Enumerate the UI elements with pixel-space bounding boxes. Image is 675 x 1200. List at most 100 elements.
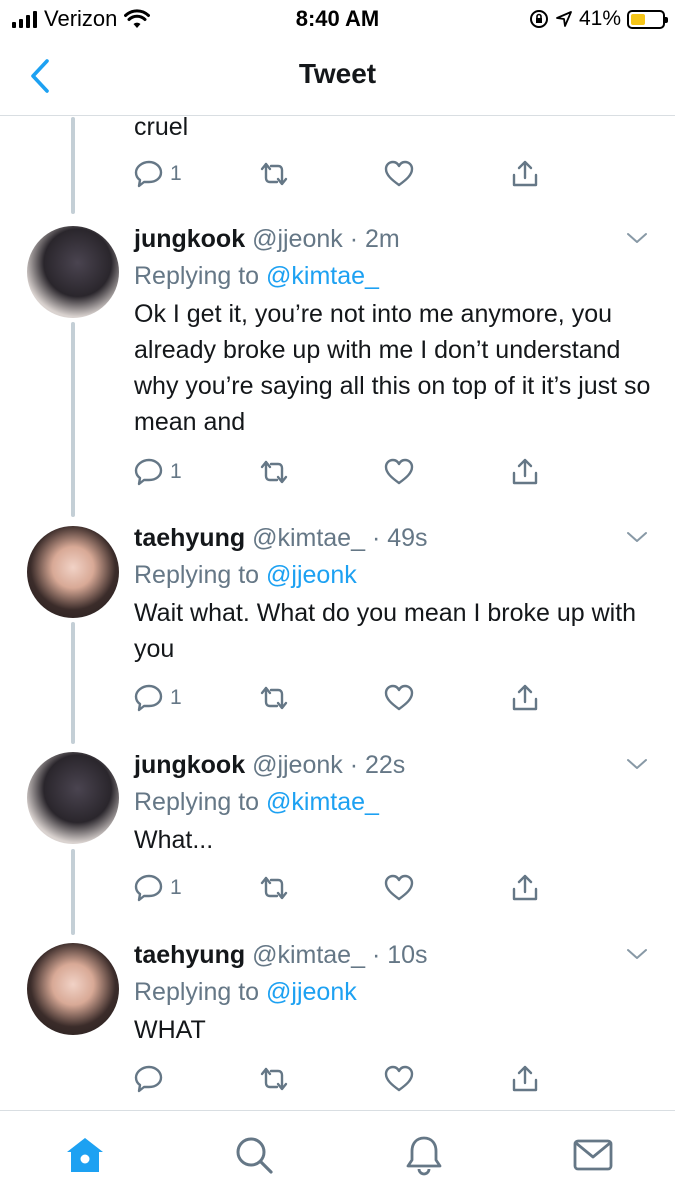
user-handle: @kimtae_: [252, 941, 365, 969]
share-button[interactable]: [510, 682, 540, 714]
tweet-header: jungkook @jjeonk · 2m: [134, 223, 654, 255]
tweet-text: WHAT: [134, 1016, 206, 1044]
tweet-header: jungkook @jjeonk · 22s: [134, 749, 654, 781]
tweet: taehyung @kimtae_ · 10s Replying to @jje…: [134, 939, 654, 1048]
tab-search[interactable]: [232, 1133, 276, 1177]
avatar[interactable]: [27, 226, 119, 318]
tab-bar: [0, 1110, 675, 1200]
share-icon: [512, 1065, 538, 1092]
reply-button[interactable]: 1: [134, 456, 182, 488]
page-title: Tweet: [298, 58, 377, 89]
tab-home[interactable]: [63, 1133, 107, 1177]
messages-icon: [573, 1139, 613, 1171]
tweet-text: Wait what. What do you mean I broke up w…: [134, 599, 637, 663]
home-icon: [67, 1138, 103, 1172]
like-button[interactable]: [384, 682, 414, 714]
tweet-actions: [134, 1063, 554, 1095]
user-handle: @kimtae_: [252, 524, 365, 552]
chevron-down-icon[interactable]: [625, 752, 649, 776]
thread-line: [71, 322, 75, 517]
reply-button[interactable]: 1: [134, 872, 182, 904]
retweet-icon: [260, 162, 288, 186]
retweet-button[interactable]: [258, 1063, 290, 1095]
tweet-actions: 1: [134, 682, 554, 714]
tweet: jungkook @jjeonk · 2m Replying to @kimta…: [134, 223, 654, 440]
retweet-button[interactable]: [258, 158, 290, 190]
replying-to-line: Replying to @kimtae_: [134, 786, 654, 818]
reply-button[interactable]: 1: [134, 682, 182, 714]
tweet-header: taehyung @kimtae_ · 10s: [134, 939, 654, 971]
replying-to-line: Replying to @kimtae_: [134, 260, 654, 292]
tab-notifications[interactable]: [402, 1133, 446, 1177]
battery-percentage: 41%: [578, 7, 621, 30]
reply-count: 1: [170, 686, 182, 709]
mention-link[interactable]: @jjeonk: [266, 561, 357, 589]
share-icon: [512, 874, 538, 901]
display-name[interactable]: taehyung: [134, 941, 245, 969]
share-button[interactable]: [510, 158, 540, 190]
like-button[interactable]: [384, 456, 414, 488]
reply-count: 1: [170, 162, 182, 185]
heart-icon: [384, 160, 414, 187]
thread-line: [71, 117, 75, 214]
heart-icon: [384, 684, 414, 711]
separator-dot: ·: [365, 524, 388, 552]
share-icon: [512, 684, 538, 711]
notifications-icon: [406, 1136, 442, 1176]
reply-icon: [134, 1065, 163, 1093]
retweet-button[interactable]: [258, 682, 290, 714]
chevron-down-icon[interactable]: [625, 942, 649, 966]
share-button[interactable]: [510, 456, 540, 488]
like-button[interactable]: [384, 1063, 414, 1095]
previous-tweet-text: cruel: [134, 113, 189, 141]
avatar[interactable]: [27, 943, 119, 1035]
separator-dot: ·: [365, 941, 388, 969]
tab-messages[interactable]: [571, 1133, 615, 1177]
display-name[interactable]: jungkook: [134, 225, 245, 253]
avatar[interactable]: [27, 526, 119, 618]
share-button[interactable]: [510, 872, 540, 904]
mention-link[interactable]: @kimtae_: [266, 788, 379, 816]
retweet-icon: [260, 1067, 288, 1091]
mention-link[interactable]: @kimtae_: [266, 262, 379, 290]
retweet-button[interactable]: [258, 872, 290, 904]
like-button[interactable]: [384, 158, 414, 190]
tweet: taehyung @kimtae_ · 49s Replying to @jje…: [134, 522, 654, 667]
tweet-text: Ok I get it, you’re not into me anymore,…: [134, 300, 651, 436]
display-name[interactable]: jungkook: [134, 751, 245, 779]
reply-icon: [134, 684, 163, 712]
retweet-icon: [260, 460, 288, 484]
avatar[interactable]: [27, 752, 119, 844]
replying-to-line: Replying to @jjeonk: [134, 559, 654, 591]
reply-button[interactable]: 1: [134, 158, 182, 190]
tweet-text: What...: [134, 826, 214, 854]
heart-icon: [384, 1065, 414, 1092]
heart-icon: [384, 458, 414, 485]
tweet-actions: 1: [134, 456, 554, 488]
status-right: 41%: [529, 6, 668, 32]
heart-icon: [384, 874, 414, 901]
reply-count: 1: [170, 460, 182, 483]
timestamp: 49s: [387, 524, 428, 552]
location-icon: [556, 11, 572, 27]
user-handle: @jjeonk: [252, 751, 343, 779]
battery-icon: [627, 9, 668, 29]
chevron-down-icon[interactable]: [625, 226, 649, 250]
nav-bar: Tweet: [0, 40, 675, 116]
share-icon: [512, 160, 538, 187]
share-button[interactable]: [510, 1063, 540, 1095]
reply-icon: [134, 874, 163, 902]
mention-link[interactable]: @jjeonk: [266, 978, 357, 1006]
orientation-lock-icon: [529, 10, 548, 28]
user-handle: @jjeonk: [252, 225, 343, 253]
chevron-down-icon[interactable]: [625, 525, 649, 549]
retweet-button[interactable]: [258, 456, 290, 488]
tweet-actions: 1: [134, 158, 554, 190]
reply-count: 1: [170, 876, 182, 899]
replying-to-label: Replying to: [134, 788, 260, 816]
share-icon: [512, 458, 538, 485]
reply-button[interactable]: [134, 1063, 170, 1095]
replying-to-label: Replying to: [134, 978, 260, 1006]
like-button[interactable]: [384, 872, 414, 904]
display-name[interactable]: taehyung: [134, 524, 245, 552]
